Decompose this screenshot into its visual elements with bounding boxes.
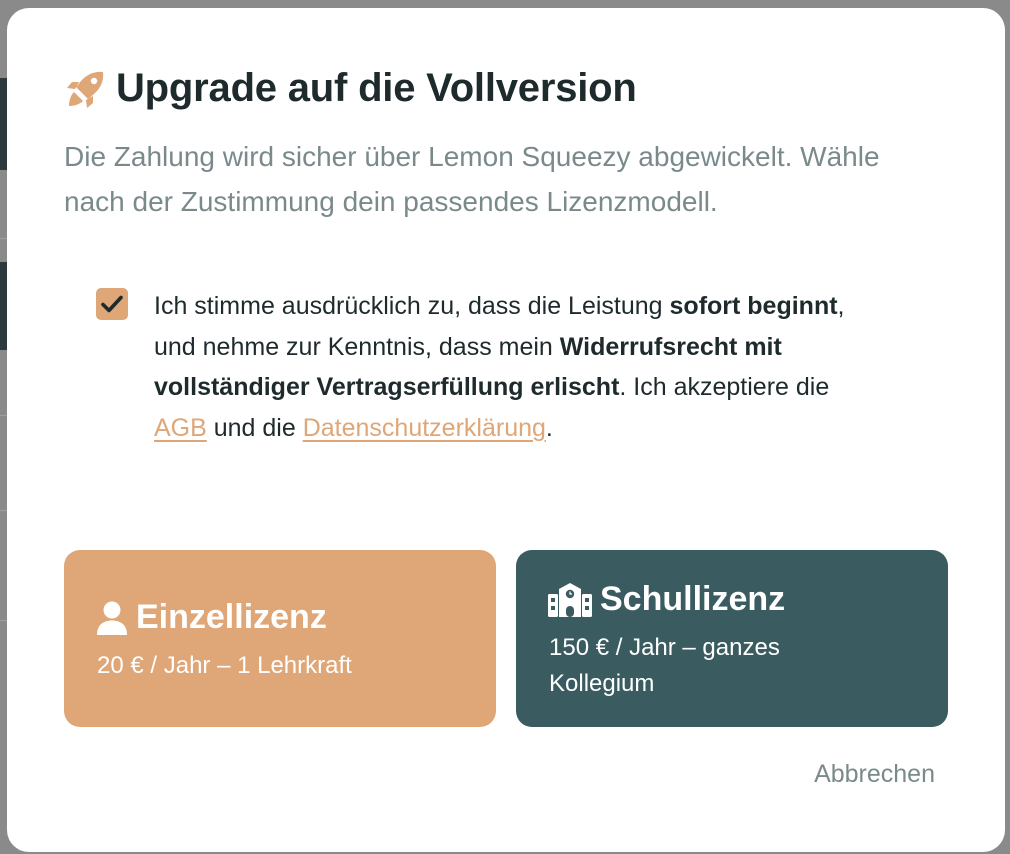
single-license-button[interactable]: Einzellizenz 20 € / Jahr – 1 Lehrkraft xyxy=(64,550,496,727)
school-license-title: Schullizenz xyxy=(548,580,785,619)
single-license-price: 20 € / Jahr – 1 Lehrkraft xyxy=(97,652,352,679)
cancel-button[interactable]: Abbrechen xyxy=(814,760,935,789)
school-icon xyxy=(548,582,592,617)
agb-link[interactable]: AGB xyxy=(154,414,207,442)
single-license-title: Einzellizenz xyxy=(96,598,327,637)
checkmark-icon xyxy=(101,295,123,313)
school-license-label: Schullizenz xyxy=(600,580,786,618)
person-icon xyxy=(96,601,128,635)
single-license-label: Einzellizenz xyxy=(136,598,327,636)
dialog-subtitle: Die Zahlung wird sicher über Lemon Squee… xyxy=(64,141,880,217)
dialog-header: Upgrade auf die Vollversion xyxy=(64,66,637,111)
consent-text-part: . xyxy=(545,413,553,442)
upgrade-dialog: Upgrade auf die Vollversion Die Zahlung … xyxy=(7,8,1005,852)
consent-bold-start: sofort beginnt xyxy=(669,292,838,320)
consent-text: Ich stimme ausdrücklich zu, dass die Lei… xyxy=(154,286,854,448)
consent-text-part: und die xyxy=(206,413,303,442)
dialog-title: Upgrade auf die Vollversion xyxy=(116,66,637,110)
consent-text-part: Ich stimme ausdrücklich zu, dass die Lei… xyxy=(154,292,670,320)
school-license-price: 150 € / Jahr – ganzes Kollegium xyxy=(549,634,780,697)
consent-checkbox[interactable] xyxy=(96,288,128,320)
consent-text-part: . Ich akzeptiere die xyxy=(619,373,830,401)
privacy-link[interactable]: Datenschutzerklärung xyxy=(303,414,546,442)
rocket-icon xyxy=(64,67,108,111)
school-license-button[interactable]: Schullizenz 150 € / Jahr – ganzes Kolleg… xyxy=(516,550,948,727)
